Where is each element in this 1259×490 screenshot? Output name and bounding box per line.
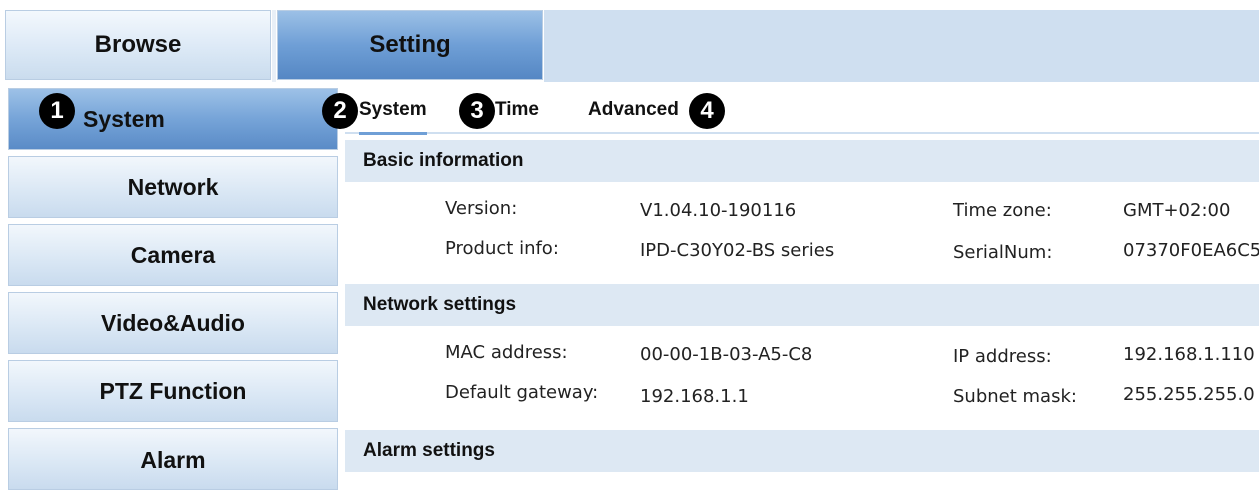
- default-gateway-value: 192.168.1.1: [640, 386, 749, 407]
- ip-address-label: IP address:: [953, 346, 1052, 367]
- serialnum-label: SerialNum:: [953, 242, 1053, 263]
- sidebar-item-alarm[interactable]: Alarm: [8, 428, 338, 490]
- step-badge-2: 2: [322, 93, 358, 129]
- version-label: Version:: [445, 198, 518, 219]
- tab-separator: [272, 10, 276, 82]
- section-network-settings: Network settings: [345, 284, 1259, 326]
- subtab-advanced[interactable]: Advanced: [588, 88, 679, 132]
- tab-browse[interactable]: Browse: [5, 10, 271, 80]
- sidebar-item-camera[interactable]: Camera: [8, 224, 338, 286]
- step-badge-1: 1: [39, 93, 75, 129]
- sidebar-item-network[interactable]: Network: [8, 156, 338, 218]
- timezone-label: Time zone:: [953, 200, 1052, 221]
- section-alarm-settings: Alarm settings: [345, 430, 1259, 472]
- version-value: V1.04.10-190116: [640, 200, 797, 221]
- tab-setting[interactable]: Setting: [277, 10, 543, 80]
- timezone-value: GMT+02:00: [1123, 200, 1231, 221]
- default-gateway-label: Default gateway:: [445, 382, 599, 403]
- subnet-mask-value: 255.255.255.0: [1123, 384, 1255, 405]
- top-navigation: Browse Setting: [0, 0, 1259, 84]
- mac-address-value: 00-00-1B-03-A5-C8: [640, 344, 813, 365]
- product-info-label: Product info:: [445, 238, 559, 259]
- settings-sidebar: System Network Camera Video&Audio PTZ Fu…: [0, 84, 340, 490]
- product-info-value: IPD-C30Y02-BS series: [640, 240, 835, 261]
- serialnum-value: 07370F0EA6C5: [1123, 240, 1259, 261]
- subtab-system[interactable]: System: [359, 88, 427, 135]
- step-badge-3: 3: [459, 93, 495, 129]
- mac-address-label: MAC address:: [445, 342, 568, 363]
- subtab-time[interactable]: Time: [495, 88, 539, 132]
- step-badge-4: 4: [689, 93, 725, 129]
- system-info-panel: Basic information Version: V1.04.10-1901…: [345, 134, 1259, 472]
- section-basic-information: Basic information: [345, 140, 1259, 182]
- subnet-mask-label: Subnet mask:: [953, 386, 1077, 407]
- ip-address-value: 192.168.1.110: [1123, 344, 1255, 365]
- top-bar-background: [544, 10, 1259, 82]
- sidebar-item-ptz-function[interactable]: PTZ Function: [8, 360, 338, 422]
- sidebar-item-video-audio[interactable]: Video&Audio: [8, 292, 338, 354]
